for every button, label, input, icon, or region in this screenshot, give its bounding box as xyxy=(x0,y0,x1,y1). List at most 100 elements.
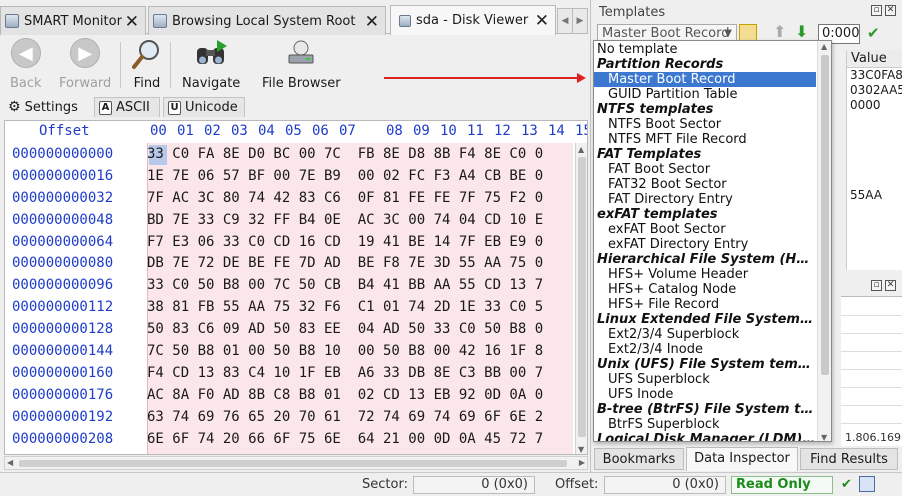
menu-item[interactable]: NTFS MFT File Record xyxy=(594,132,816,147)
menu-item[interactable]: HFS+ File Record xyxy=(594,297,816,312)
hex-row[interactable]: 6E 6F 74 20 66 6F 75 6E 64 21 00 0D 0A 4… xyxy=(147,429,543,451)
scroll-down-icon[interactable]: ▼ xyxy=(578,445,584,454)
column-header: 04 xyxy=(258,123,275,139)
scroll-left-icon[interactable]: ◀ xyxy=(7,458,13,467)
ascii-icon: A xyxy=(99,100,112,115)
scroll-down-icon[interactable]: ▼ xyxy=(821,433,827,441)
template-value-cell xyxy=(847,128,902,143)
hex-row[interactable]: 7C 50 B8 01 00 50 B8 10 00 50 B8 00 42 1… xyxy=(147,341,543,363)
arrow-up-icon[interactable]: ⬆ xyxy=(773,22,791,41)
menu-group-header: Logical Disk Manager (LDM) t... xyxy=(597,432,816,442)
hex-row[interactable]: 50 83 C6 09 AD 50 83 EE 04 AD 50 33 C0 5… xyxy=(147,319,543,341)
offset-cell: 000000000160 xyxy=(12,364,114,381)
read-only-badge: Read Only xyxy=(731,476,833,494)
hex-row[interactable]: 63 74 69 76 65 20 70 61 72 74 69 74 69 6… xyxy=(147,407,543,429)
hex-row[interactable]: 38 81 FB 55 AA 75 32 F6 C1 01 74 2D 1E 3… xyxy=(147,297,543,319)
menu-item[interactable]: HFS+ Volume Header xyxy=(594,267,816,282)
offset-label: Offset: xyxy=(555,477,599,492)
offset-cell: 000000000096 xyxy=(12,277,114,294)
hex-row[interactable]: 7F AC 3C 80 74 42 83 C6 0F 81 FE FE 7F 7… xyxy=(147,188,543,210)
close-panel-icon[interactable]: ✕ xyxy=(885,280,896,291)
menu-item[interactable]: Master Boot Record xyxy=(594,72,816,87)
template-dropdown-menu[interactable]: No template Partition Records Master Boot … xyxy=(593,40,832,442)
menu-item[interactable]: Ext2/3/4 Inode xyxy=(594,342,816,357)
close-icon[interactable]: ✕ xyxy=(535,11,549,31)
value-header: Value xyxy=(847,50,902,68)
hex-row[interactable]: F7 E3 06 33 C0 CD 16 CD 19 41 BE 14 7F E… xyxy=(147,232,543,254)
hex-row[interactable]: F4 CD 13 83 C4 10 1F EB A6 33 DB 8E C3 B… xyxy=(147,363,543,385)
column-header: 10 xyxy=(440,123,457,139)
menu-item[interactable]: FAT Boot Sector xyxy=(594,162,816,177)
tab-bookmarks[interactable]: Bookmarks xyxy=(594,448,684,470)
template-value-cell xyxy=(847,113,902,128)
menu-item[interactable]: No template xyxy=(594,42,816,57)
tab-disk-viewer[interactable]: sda - Disk Viewer ✕ xyxy=(390,5,556,35)
tab-browsing-root[interactable]: Browsing Local System Root ✕ xyxy=(148,6,386,35)
binoculars-icon xyxy=(197,40,228,64)
menu-item[interactable]: NTFS Boot Sector xyxy=(594,117,816,132)
scroll-right-icon[interactable]: ▶ xyxy=(579,458,585,467)
offset-cell: 000000000032 xyxy=(12,189,114,206)
menu-item[interactable]: UFS Inode xyxy=(594,387,816,402)
scroll-thumb[interactable] xyxy=(578,157,586,437)
menu-item[interactable]: GUID Partition Table xyxy=(594,87,816,102)
tab-data-inspector[interactable]: Data Inspector xyxy=(686,447,798,471)
menu-item[interactable]: Ext2/3/4 Superblock xyxy=(594,327,816,342)
menu-item[interactable]: BtrFS Superblock xyxy=(594,417,816,432)
menu-group-header: Partition Records xyxy=(597,57,724,72)
pin-icon[interactable]: ✔ xyxy=(867,24,885,42)
tab-scroll-right-icon[interactable]: ▶ xyxy=(572,8,588,34)
back-button[interactable]: ◀ Back xyxy=(10,38,42,91)
tab-smart-monitor[interactable]: SMART Monitor ✕ xyxy=(0,6,146,35)
template-value-cell xyxy=(847,158,902,173)
ascii-toggle[interactable]: A ASCII xyxy=(94,97,160,117)
lower-panel-controls: ▫ ✕ xyxy=(871,280,896,291)
navigate-button[interactable]: Navigate xyxy=(182,38,240,91)
unicode-label: Unicode xyxy=(185,100,238,115)
offset-cell: 000000000080 xyxy=(12,255,114,272)
unicode-toggle[interactable]: U Unicode xyxy=(163,97,245,117)
float-panel-icon[interactable]: ▫ xyxy=(871,280,882,291)
forward-arrow-icon: ▶ xyxy=(70,38,101,68)
column-header: 11 xyxy=(467,123,484,139)
scroll-thumb[interactable] xyxy=(821,55,829,375)
hex-rows[interactable]: 33 C0 FA 8E D0 BC 00 7C FB 8E D8 8B F4 8… xyxy=(147,144,543,450)
find-button[interactable]: Find xyxy=(131,38,163,91)
hex-row[interactable]: DB 7E 72 DE BE FE 7D AD BE F8 7E 3D 55 A… xyxy=(147,253,543,275)
menu-scrollbar[interactable]: ▲ ▼ xyxy=(817,41,831,441)
close-icon[interactable]: ✕ xyxy=(365,12,379,32)
menu-item[interactable]: HFS+ Catalog Node xyxy=(594,282,816,297)
hex-row[interactable]: 33 C0 FA 8E D0 BC 00 7C FB 8E D8 8B F4 8… xyxy=(147,144,543,166)
hex-view[interactable]: Offset 00010203040506070809101112131415 … xyxy=(4,120,588,455)
menu-item[interactable]: exFAT Directory Entry xyxy=(594,237,816,252)
menu-item[interactable]: UFS Superblock xyxy=(594,372,816,387)
template-value-cell: 0000 xyxy=(850,98,881,112)
close-panel-icon[interactable]: ✕ xyxy=(885,5,896,16)
tab-scroll-left-icon[interactable]: ◀ xyxy=(557,8,573,34)
hex-row[interactable]: 1E 7E 06 57 BF 00 7E B9 00 02 FC F3 A4 C… xyxy=(147,166,543,188)
hex-horizontal-scrollbar[interactable]: ◀ ▶ xyxy=(4,456,588,470)
back-arrow-icon: ◀ xyxy=(10,38,41,68)
hex-row[interactable]: 33 C0 50 B8 00 7C 50 CB B4 41 BB AA 55 C… xyxy=(147,275,543,297)
menu-item[interactable]: FAT Directory Entry xyxy=(594,192,816,207)
menu-group-header: NTFS templates xyxy=(597,102,714,117)
arrow-down-icon[interactable]: ⬇ xyxy=(795,22,813,41)
offset-cell: 000000000016 xyxy=(12,167,114,184)
view-options-bar: ⚙ Settings A ASCII U Unicode xyxy=(0,96,588,118)
scroll-up-icon[interactable]: ▲ xyxy=(821,42,827,51)
hex-vertical-scrollbar[interactable]: ▲ ▼ xyxy=(575,143,587,454)
offset-cell: 000000000128 xyxy=(12,321,114,338)
template-value-cell: 55AA xyxy=(850,188,883,202)
settings-button[interactable]: ⚙ Settings xyxy=(4,97,82,117)
menu-item[interactable]: FAT32 Boot Sector xyxy=(594,177,816,192)
scroll-up-icon[interactable]: ▲ xyxy=(578,145,584,154)
tab-find-results[interactable]: Find Results xyxy=(800,448,898,470)
hex-row[interactable]: AC 8A F0 AD 8B C8 B8 01 02 CD 13 EB 92 0… xyxy=(147,385,543,407)
menu-item[interactable]: exFAT Boot Sector xyxy=(594,222,816,237)
file-browser-button[interactable]: File Browser xyxy=(262,38,341,91)
hex-row[interactable]: BD 7E 33 C9 32 FF B4 0E AC 3C 00 74 04 C… xyxy=(147,210,543,232)
close-icon[interactable]: ✕ xyxy=(125,12,139,32)
float-panel-icon[interactable]: ▫ xyxy=(871,5,882,16)
forward-button[interactable]: ▶ Forward xyxy=(59,38,111,91)
scroll-thumb[interactable] xyxy=(19,460,567,467)
